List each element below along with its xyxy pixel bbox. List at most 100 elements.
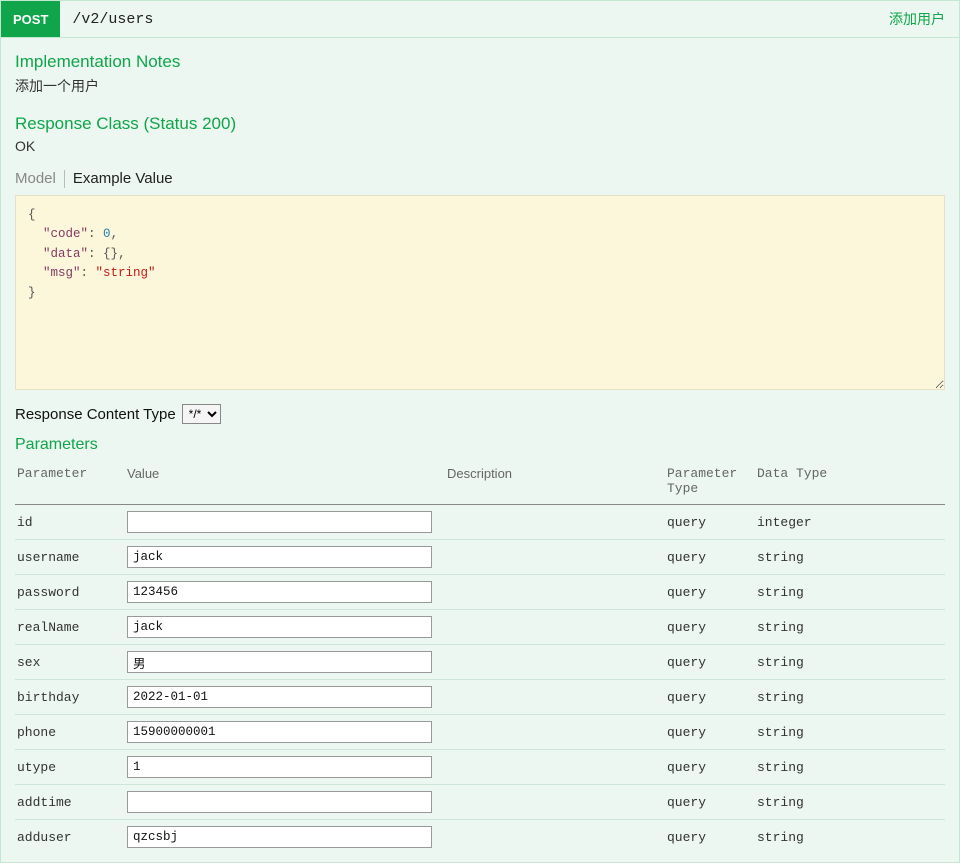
tab-model[interactable]: Model xyxy=(15,168,64,189)
operation-container: POST /v2/users 添加用户 Implementation Notes… xyxy=(0,0,960,863)
table-header-row: Parameter Value Description Parameter Ty… xyxy=(15,460,945,505)
param-type: query xyxy=(665,505,755,540)
param-data-type: string xyxy=(755,645,945,680)
param-description xyxy=(445,715,665,750)
param-name: birthday xyxy=(15,680,125,715)
param-description xyxy=(445,680,665,715)
param-type: query xyxy=(665,610,755,645)
param-value-cell xyxy=(125,820,445,855)
response-class-title: Response Class (Status 200) xyxy=(15,114,945,134)
param-value-cell xyxy=(125,610,445,645)
param-data-type: string xyxy=(755,680,945,715)
param-input-password[interactable] xyxy=(127,581,432,603)
param-input-id[interactable] xyxy=(127,511,432,533)
param-type: query xyxy=(665,750,755,785)
implementation-notes-text: 添加一个用户 xyxy=(15,76,945,96)
param-type: query xyxy=(665,540,755,575)
param-name: id xyxy=(15,505,125,540)
param-value-cell xyxy=(125,715,445,750)
table-row: username querystring xyxy=(15,540,945,575)
param-input-phone[interactable] xyxy=(127,721,432,743)
col-header-parameter: Parameter xyxy=(15,460,125,505)
param-data-type: string xyxy=(755,820,945,855)
param-description xyxy=(445,540,665,575)
example-value-block[interactable]: { "code": 0, "data": {}, "msg": "string"… xyxy=(15,195,945,390)
operation-body: Implementation Notes 添加一个用户 Response Cla… xyxy=(1,38,959,862)
param-type: query xyxy=(665,785,755,820)
json-key: "msg" xyxy=(43,266,81,280)
param-description xyxy=(445,750,665,785)
param-description xyxy=(445,785,665,820)
param-value-cell xyxy=(125,540,445,575)
col-header-description: Description xyxy=(445,460,665,505)
response-tabs: Model Example Value xyxy=(15,168,945,189)
param-description xyxy=(445,645,665,680)
param-name: phone xyxy=(15,715,125,750)
param-input-addtime[interactable] xyxy=(127,791,432,813)
param-name: utype xyxy=(15,750,125,785)
param-input-adduser[interactable] xyxy=(127,826,432,848)
json-key: "code" xyxy=(43,227,88,241)
json-key: "data" xyxy=(43,247,88,261)
endpoint-path: /v2/users xyxy=(60,1,875,37)
http-method-badge: POST xyxy=(1,1,60,37)
operation-header[interactable]: POST /v2/users 添加用户 xyxy=(1,1,959,38)
param-type: query xyxy=(665,715,755,750)
param-value-cell xyxy=(125,750,445,785)
parameters-table: Parameter Value Description Parameter Ty… xyxy=(15,460,945,854)
param-value-cell xyxy=(125,680,445,715)
param-value-cell xyxy=(125,505,445,540)
param-value-cell xyxy=(125,785,445,820)
json-brace-close: } xyxy=(28,286,36,300)
tab-example-value[interactable]: Example Value xyxy=(73,168,181,189)
json-brace-open: { xyxy=(28,208,36,222)
param-description xyxy=(445,610,665,645)
param-data-type: integer xyxy=(755,505,945,540)
table-row: realName querystring xyxy=(15,610,945,645)
param-data-type: string xyxy=(755,715,945,750)
response-status-text: OK xyxy=(15,138,945,154)
table-row: utype querystring xyxy=(15,750,945,785)
param-input-username[interactable] xyxy=(127,546,432,568)
param-data-type: string xyxy=(755,575,945,610)
parameters-title: Parameters xyxy=(15,436,945,454)
param-name: password xyxy=(15,575,125,610)
param-type: query xyxy=(665,575,755,610)
param-name: realName xyxy=(15,610,125,645)
param-name: sex xyxy=(15,645,125,680)
param-input-utype[interactable] xyxy=(127,756,432,778)
param-name: addtime xyxy=(15,785,125,820)
table-row: id queryinteger xyxy=(15,505,945,540)
table-row: adduserquerystring xyxy=(15,820,945,855)
param-description xyxy=(445,575,665,610)
response-content-type-row: Response Content Type */* xyxy=(15,404,945,424)
param-type: query xyxy=(665,645,755,680)
param-data-type: string xyxy=(755,750,945,785)
table-row: addtime querystring xyxy=(15,785,945,820)
response-content-type-select[interactable]: */* xyxy=(182,404,221,424)
implementation-notes-title: Implementation Notes xyxy=(15,52,945,72)
param-value-cell xyxy=(125,645,445,680)
table-row: phone querystring xyxy=(15,715,945,750)
endpoint-summary: 添加用户 xyxy=(875,1,959,37)
param-description xyxy=(445,820,665,855)
param-input-realName[interactable] xyxy=(127,616,432,638)
param-data-type: string xyxy=(755,540,945,575)
param-value-cell xyxy=(125,575,445,610)
table-row: sex querystring xyxy=(15,645,945,680)
param-data-type: string xyxy=(755,610,945,645)
param-type: query xyxy=(665,680,755,715)
table-row: password querystring xyxy=(15,575,945,610)
param-input-sex[interactable] xyxy=(127,651,432,673)
col-header-parameter-type: Parameter Type xyxy=(665,460,755,505)
json-object: {} xyxy=(103,247,118,261)
response-content-type-label: Response Content Type xyxy=(15,406,176,423)
table-row: birthday querystring xyxy=(15,680,945,715)
json-string: "string" xyxy=(96,266,156,280)
param-data-type: string xyxy=(755,785,945,820)
param-description xyxy=(445,505,665,540)
param-name: username xyxy=(15,540,125,575)
tab-divider xyxy=(64,170,65,188)
col-header-value: Value xyxy=(125,460,445,505)
param-input-birthday[interactable] xyxy=(127,686,432,708)
